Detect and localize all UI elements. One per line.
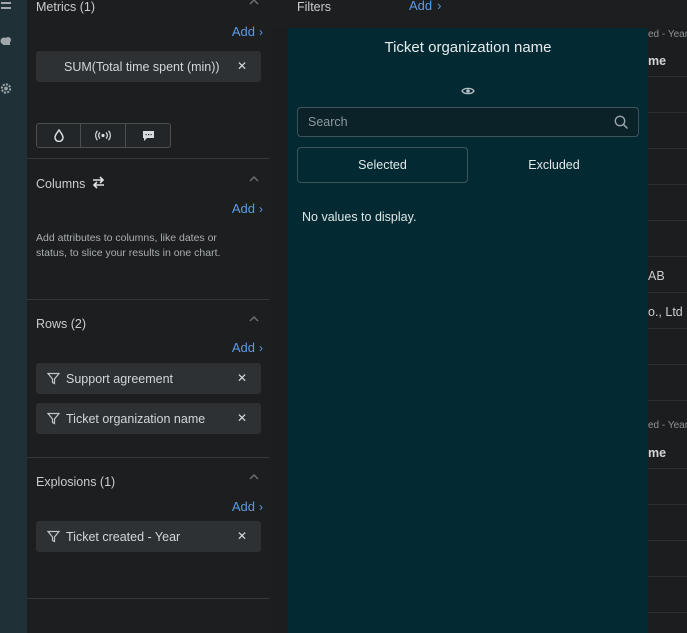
drop-icon[interactable] [36,123,81,148]
broadcast-icon[interactable] [81,123,126,148]
chevron-right-icon: › [259,201,263,216]
background-table: ed - Year me AB o., Ltd ed - Year me [648,28,687,633]
filters-add-link[interactable]: Add › [409,0,441,13]
collapse-icon[interactable] [249,473,259,483]
table-row [648,220,687,221]
table-row [648,364,687,365]
table-row [648,576,687,577]
chevron-right-icon: › [259,24,263,39]
rows-add-label: Add [231,340,255,355]
table-header-cell: ed - Year [648,420,687,431]
row-pill-label: Ticket organization name [66,411,206,426]
tab-selected[interactable]: Selected [297,147,468,183]
columns-add-label: Add [231,201,255,216]
columns-title: Columns [36,177,86,191]
row-pill[interactable]: Ticket organization name ✕ [36,403,261,434]
remove-explosion-icon[interactable]: ✕ [237,530,247,543]
filters-label: Filters [297,0,332,14]
filter-icon [47,530,60,543]
row-pill[interactable]: Support agreement ✕ [36,363,261,394]
search-input[interactable] [298,108,608,136]
columns-title-wrap: Columns [36,176,106,192]
metrics-add-label: Add [231,24,255,39]
remove-row-icon[interactable]: ✕ [237,372,247,385]
table-row [648,504,687,505]
table-header-cell: me [648,54,667,68]
metric-pill[interactable]: SUM(Total time spent (min)) ✕ [36,51,261,82]
columns-section: Columns Add › Add attributes to columns, … [27,159,270,300]
left-rail [0,0,27,633]
viz-button-group [36,123,171,148]
remove-row-icon[interactable]: ✕ [237,412,247,425]
table-row [648,328,687,329]
metric-pill-label: SUM(Total time spent (min)) [64,59,220,74]
table-header-cell: ed - Year [648,29,687,40]
search-box [297,107,639,137]
columns-help-text: Add attributes to columns, like dates or… [36,232,221,259]
table-row [648,148,687,149]
metrics-add-link[interactable]: Add › [232,24,263,39]
rows-add-link[interactable]: Add › [232,340,263,355]
comment-icon[interactable] [126,123,171,148]
rows-title: Rows (2) [36,317,87,331]
table-row [648,612,687,613]
table-cell: o., Ltd [648,305,683,319]
collapse-icon[interactable] [249,175,259,185]
explosion-pill-label: Ticket created - Year [66,529,181,544]
table-header-cell: me [648,446,667,460]
table-row [648,184,687,185]
filter-icon [47,412,60,425]
cloud-icon[interactable] [0,31,12,51]
columns-add-link[interactable]: Add › [232,201,263,216]
empty-state-text: No values to display. [302,210,417,224]
search-icon[interactable] [614,115,629,130]
collapse-icon[interactable] [249,315,259,325]
row-pill-label: Support agreement [66,371,174,386]
table-row [648,112,687,113]
chevron-right-icon: › [259,499,263,514]
app-root: Metrics (1) Add › SUM(Total time spent (m… [0,0,687,633]
table-row [648,292,687,293]
rows-section: Rows (2) Add › Support agreement ✕ Ticket… [27,300,270,458]
filters-add-label: Add [409,0,433,13]
gear-icon[interactable] [0,78,12,98]
dialog-title: Ticket organization name [384,39,552,56]
table-row [648,468,687,469]
explosions-section: Explosions (1) Add › Ticket created - Yea… [27,458,270,599]
swap-icon[interactable] [91,176,106,192]
table-row [648,76,687,77]
explosions-add-label: Add [231,499,255,514]
table-row [648,540,687,541]
chevron-right-icon: › [437,0,442,13]
explosion-pill[interactable]: Ticket created - Year ✕ [36,521,261,552]
metrics-title: Metrics (1) [36,0,96,14]
chevron-right-icon: › [259,340,263,355]
collapse-icon[interactable] [249,0,259,8]
config-panel: Metrics (1) Add › SUM(Total time spent (m… [27,0,270,633]
filter-icon [47,372,60,385]
tab-excluded[interactable]: Excluded [469,147,639,183]
filter-dialog: Ticket organization name Selected Exclud… [288,28,648,633]
table-row [648,256,687,257]
metrics-section: Metrics (1) Add › SUM(Total time spent (m… [27,0,270,159]
menu-icon[interactable] [0,0,12,16]
filters-bar: Filters Add › [270,0,687,28]
table-row [648,400,687,401]
table-cell: AB [648,269,665,283]
eye-icon[interactable] [461,83,475,95]
explosions-add-link[interactable]: Add › [232,499,263,514]
remove-metric-icon[interactable]: ✕ [237,60,247,73]
explosions-title: Explosions (1) [36,475,116,489]
